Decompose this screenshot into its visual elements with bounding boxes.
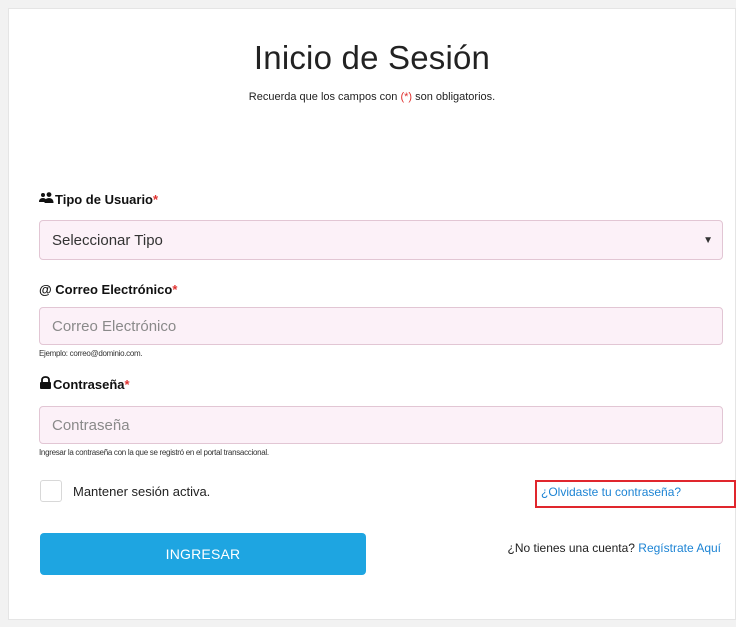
signup-prompt-text: ¿No tienes una cuenta?	[507, 541, 635, 555]
password-label-text: Contraseña	[53, 376, 125, 392]
user-type-selected-value: Seleccionar Tipo	[52, 231, 163, 249]
required-mark: *	[153, 192, 159, 207]
forgot-password-link[interactable]: ¿Olvidaste tu contraseña?	[541, 485, 681, 499]
email-field[interactable]	[39, 307, 723, 345]
user-type-select[interactable]: Seleccionar Tipo ▼	[39, 220, 723, 260]
login-card: Inicio de Sesión Recuerda que los campos…	[8, 8, 736, 620]
user-type-label-text: Tipo de Usuario	[55, 192, 153, 207]
required-note-marker: (*)	[400, 91, 413, 103]
required-note-text-end: son obligatorios.	[412, 91, 496, 103]
users-icon	[39, 192, 54, 207]
login-button[interactable]: INGRESAR	[40, 533, 366, 575]
email-hint: Ejemplo: correo@dominio.com.	[39, 349, 143, 358]
required-fields-note: Recuerda que los campos con (*) son obli…	[9, 91, 735, 103]
page-title: Inicio de Sesión	[253, 39, 491, 76]
required-note-text: Recuerda que los campos con	[248, 91, 401, 103]
remember-checkbox[interactable]	[40, 480, 62, 502]
required-mark: *	[172, 282, 178, 297]
required-mark: *	[124, 376, 130, 392]
remember-label[interactable]: Mantener sesión activa.	[73, 484, 210, 499]
signup-prompt: ¿No tienes una cuenta? Regístrate Aquí	[508, 541, 721, 555]
password-field[interactable]	[39, 406, 723, 444]
signup-link[interactable]: Regístrate Aquí	[638, 541, 721, 555]
lock-icon	[39, 376, 52, 392]
email-label-text: @ Correo Electrónico	[39, 282, 173, 297]
password-label: Contraseña *	[39, 376, 130, 392]
caret-down-icon: ▼	[703, 235, 713, 246]
email-label: @ Correo Electrónico *	[39, 282, 177, 297]
password-hint: Ingresar la contraseña con la que se reg…	[39, 448, 269, 457]
user-type-label: Tipo de Usuario *	[39, 192, 158, 207]
